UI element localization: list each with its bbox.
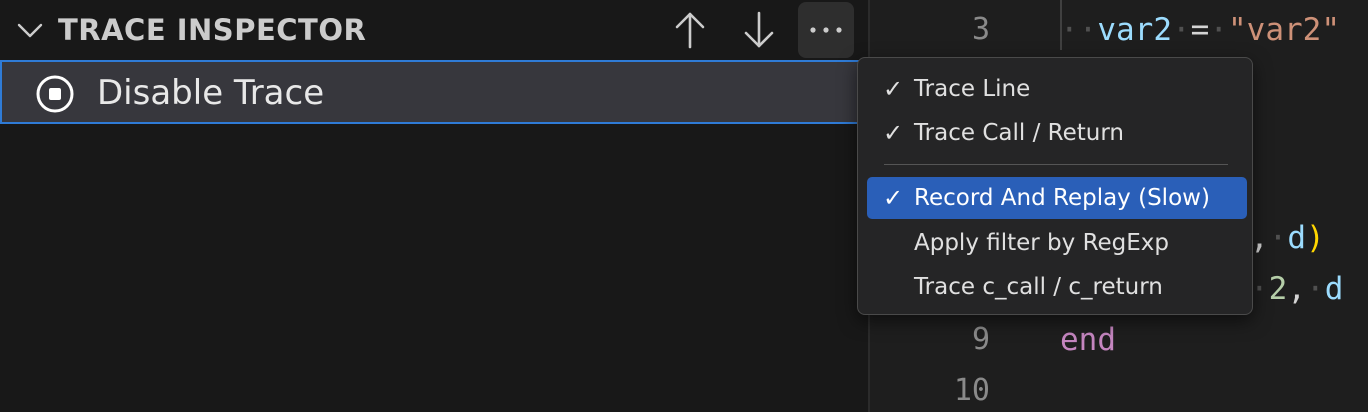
check-icon: ✓ [883, 119, 904, 147]
stop-circle-icon [36, 75, 74, 113]
code-line-9: end [1060, 322, 1116, 358]
line-number: 10 [953, 373, 990, 408]
chevron-down-icon[interactable] [16, 16, 44, 44]
check-icon: ✓ [883, 184, 904, 212]
panel-header[interactable]: TRACE INSPECTOR [0, 0, 868, 60]
menu-item-trace-c-call[interactable]: Trace c_call / c_return [867, 266, 1247, 308]
line-number: 3 [971, 12, 990, 47]
code-line-8: ·2,·d [1250, 271, 1344, 307]
app-window: TRACE INSPECTOR Disable Trace 3 9 10 ··v… [0, 0, 1368, 412]
arrow-down-icon [744, 11, 774, 48]
move-up-button[interactable] [662, 2, 718, 58]
ellipsis-icon [810, 27, 842, 33]
panel-title: TRACE INSPECTOR [58, 13, 367, 47]
check-icon: ✓ [883, 75, 904, 103]
trace-options-menu: ✓ Trace Line ✓ Trace Call / Return ✓ Rec… [857, 57, 1253, 315]
code-line-3: ··var2·=·"var2" [1060, 12, 1340, 48]
arrow-up-icon [675, 12, 705, 49]
menu-item-trace-call-return[interactable]: ✓ Trace Call / Return [867, 112, 1247, 154]
menu-item-record-and-replay[interactable]: ✓ Record And Replay (Slow) [867, 177, 1247, 219]
line-number: 9 [971, 322, 990, 357]
code-line-7: ,·d) [1250, 220, 1325, 256]
menu-separator [884, 164, 1228, 165]
disable-trace-label: Disable Trace [97, 73, 325, 113]
menu-item-trace-line[interactable]: ✓ Trace Line [867, 68, 1247, 110]
menu-item-apply-filter-regexp[interactable]: Apply filter by RegExp [867, 222, 1247, 264]
move-down-button[interactable] [731, 2, 787, 58]
more-actions-button[interactable] [798, 2, 854, 58]
disable-trace-item[interactable]: Disable Trace [0, 60, 870, 124]
trace-inspector-panel: TRACE INSPECTOR Disable Trace [0, 0, 870, 412]
